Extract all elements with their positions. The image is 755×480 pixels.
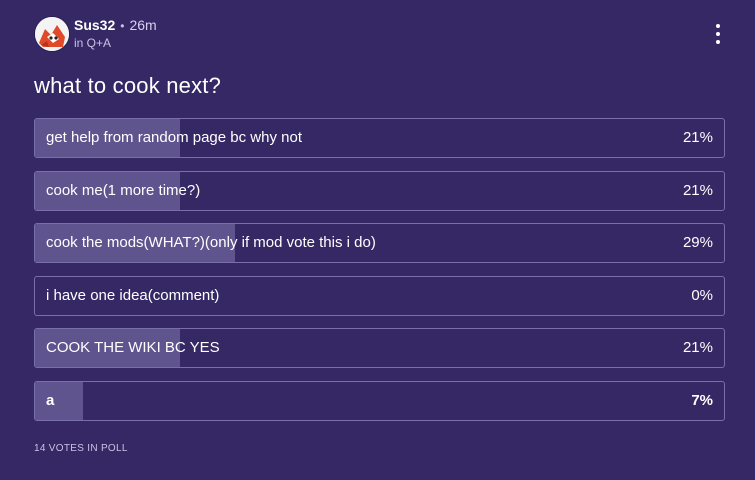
avatar-icon — [35, 17, 69, 51]
separator-dot: • — [120, 19, 125, 33]
poll-option-label: a — [46, 391, 55, 409]
author-row: Sus32 • 26m — [74, 17, 157, 35]
poll-option-percent: 7% — [691, 391, 713, 409]
poll-option-label: get help from random page bc why not — [46, 129, 302, 146]
poll-option[interactable]: cook the mods(WHAT?)(only if mod vote th… — [34, 223, 725, 264]
post-title: what to cook next? — [34, 73, 222, 98]
author-name[interactable]: Sus32 — [74, 17, 115, 33]
poll-option-percent: 0% — [691, 286, 713, 304]
poll-option-label: cook the mods(WHAT?)(only if mod vote th… — [46, 234, 376, 252]
poll-option-percent: 21% — [682, 129, 713, 146]
poll-option-percent: 21% — [682, 181, 713, 199]
poll-option-percent: 21% — [682, 339, 713, 357]
poll-option[interactable]: cook me(1 more time?) 21% — [34, 170, 725, 211]
post-category[interactable]: in Q+A — [74, 36, 157, 51]
poll-option-fill — [35, 381, 84, 420]
poll-option[interactable]: COOK THE WIKI BC YES 21% — [34, 328, 725, 369]
post-header: Sus32 • 26m in Q+A — [34, 16, 735, 52]
poll-option-percent: 29% — [682, 234, 713, 252]
poll-option-label: COOK THE WIKI BC YES — [46, 339, 220, 357]
more-vertical-icon[interactable] — [715, 24, 721, 44]
poll: get help from random page bc why not 21%… — [34, 118, 725, 434]
kebab-dot — [716, 24, 720, 28]
poll-option-label: cook me(1 more time?) — [46, 181, 201, 199]
poll-option-label: i have one idea(comment) — [46, 286, 220, 304]
poll-option[interactable]: a 7% — [34, 380, 725, 421]
kebab-dot — [716, 32, 720, 36]
post-meta: Sus32 • 26m in Q+A — [74, 17, 157, 51]
kebab-dot — [716, 40, 720, 44]
poll-option[interactable]: get help from random page bc why not 21% — [34, 118, 725, 158]
poll-option[interactable]: i have one idea(comment) 0% — [34, 275, 725, 316]
avatar[interactable] — [34, 16, 70, 52]
post-time: 26m — [129, 17, 157, 33]
poll-vote-count: 14 VOTES IN POLL — [34, 443, 128, 454]
